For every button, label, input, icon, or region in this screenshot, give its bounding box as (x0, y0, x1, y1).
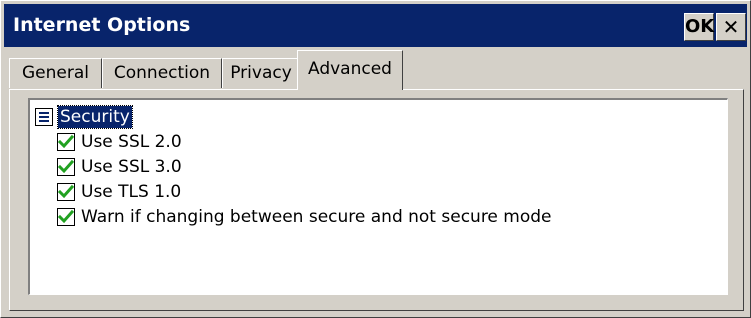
tab-privacy[interactable]: Privacy (222, 58, 300, 88)
tree-item-label: Use SSL 3.0 (81, 157, 182, 177)
tree-item-label: Use SSL 2.0 (81, 132, 182, 152)
tree-item-label: Warn if changing between secure and not … (81, 207, 552, 227)
close-button[interactable]: ✕ (716, 13, 746, 41)
title-bar: Internet Options OK ✕ (4, 4, 747, 47)
internet-options-window: Internet Options OK ✕ General Connection… (0, 0, 751, 318)
settings-group-icon (35, 108, 53, 126)
tree-item-label: Use TLS 1.0 (81, 182, 182, 202)
checkbox-checked-icon[interactable] (57, 208, 75, 226)
checkbox-checked-icon[interactable] (57, 158, 75, 176)
advanced-tab-panel: Security Use SSL 2.0 Use SSL 3.0 Use TLS… (9, 89, 744, 311)
window-title: Internet Options (13, 14, 191, 36)
ok-button[interactable]: OK (684, 13, 714, 41)
settings-tree[interactable]: Security Use SSL 2.0 Use SSL 3.0 Use TLS… (28, 98, 728, 295)
checkbox-checked-icon[interactable] (57, 133, 75, 151)
tab-general[interactable]: General (9, 58, 102, 88)
tab-advanced[interactable]: Advanced (297, 50, 403, 90)
tree-node-label: Security (57, 105, 133, 129)
checkbox-checked-icon[interactable] (57, 183, 75, 201)
tab-strip: General Connection Privacy Advanced (9, 50, 744, 90)
tab-connection[interactable]: Connection (102, 58, 222, 88)
